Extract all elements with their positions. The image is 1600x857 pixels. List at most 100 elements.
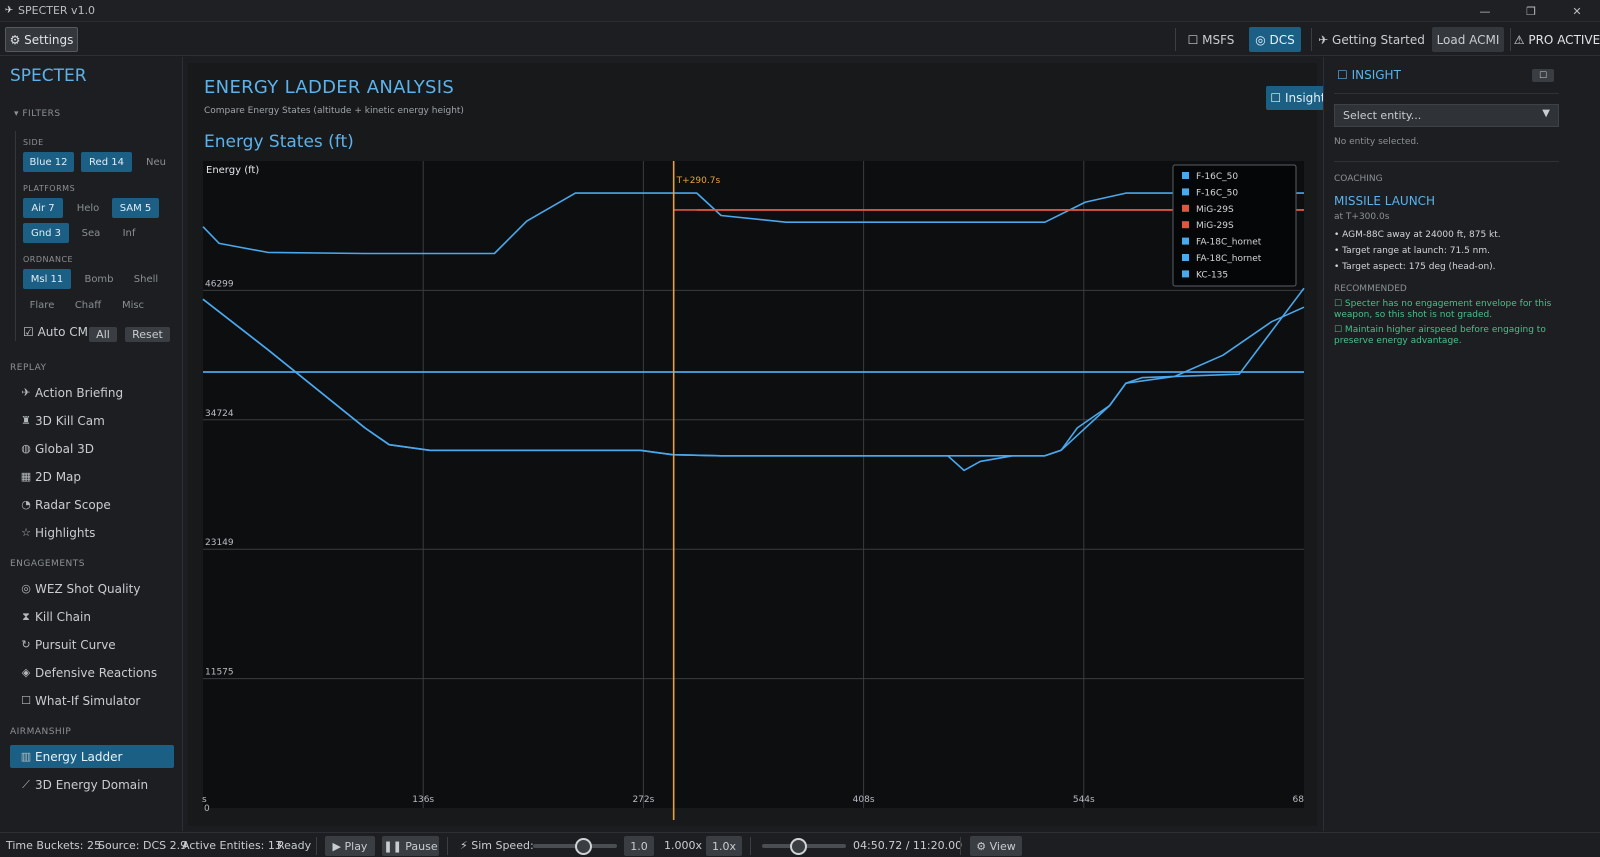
sim-speed-slider-handle[interactable]	[575, 838, 593, 855]
nav-label: WEZ Shot Quality	[35, 581, 141, 596]
no-entity-text: No entity selected.	[1334, 137, 1419, 147]
x-tick-label: 544s	[1073, 795, 1095, 805]
legend-swatch	[1182, 172, 1189, 179]
filter-chip-missile[interactable]: Msl 11	[23, 269, 71, 289]
filter-chip-chaff[interactable]: Chaff	[68, 295, 108, 315]
nav-icon: ◍	[21, 442, 31, 455]
status-divider	[316, 837, 317, 855]
nav-label: Action Briefing	[35, 385, 124, 400]
filter-chip-infantry[interactable]: Inf	[112, 223, 146, 243]
y-tick-label: 11575	[205, 668, 234, 678]
nav-item-3d-kill-cam[interactable]: ♜ 3D Kill Cam	[10, 409, 174, 432]
insight-title: ☐ INSIGHT	[1337, 68, 1401, 82]
nav-item-pursuit-curve[interactable]: ↻ Pursuit Curve	[10, 633, 174, 656]
status-divider	[750, 837, 751, 855]
nav-item-action-briefing[interactable]: ✈ Action Briefing	[10, 381, 174, 404]
nav-item-2d-map[interactable]: ▦ 2D Map	[10, 465, 174, 488]
filter-chip-shell[interactable]: Shell	[126, 269, 166, 289]
y-tick-label: 34724	[205, 409, 234, 419]
getting-started-button[interactable]: ✈ Getting Started	[1318, 27, 1425, 52]
recommended-label: RECOMMENDED	[1334, 284, 1407, 294]
nav-label: Kill Chain	[35, 609, 91, 624]
insight-close-button[interactable]: ☐	[1532, 69, 1554, 82]
nav-item-3d-energy-domain[interactable]: ⟋ 3D Energy Domain	[10, 773, 174, 796]
entity-select[interactable]: Select entity... ▼	[1334, 104, 1559, 127]
nav-label: Highlights	[35, 525, 96, 540]
nav-item-energy-ladder[interactable]: ▥ Energy Ladder	[10, 745, 174, 768]
nav-item-kill-chain[interactable]: ⧗ Kill Chain	[10, 605, 174, 628]
filter-chip-red[interactable]: Red 14	[81, 152, 132, 172]
filter-chip-ground[interactable]: Gnd 3	[23, 223, 69, 243]
nav-item-highlights[interactable]: ☆ Highlights	[10, 521, 174, 544]
recommendation-item: ☐ Specter has no engagement envelope for…	[1334, 299, 1552, 320]
filter-chip-helo[interactable]: Helo	[68, 198, 108, 218]
toolbar-divider	[1175, 28, 1176, 51]
load-acmi-button[interactable]: Load ACMI	[1432, 27, 1504, 52]
timeline-slider-handle[interactable]	[790, 838, 808, 855]
playback-time: 04:50.72 / 11:20.00	[853, 839, 963, 852]
nav-label: 3D Energy Domain	[35, 777, 149, 792]
play-button[interactable]: ▶ Play	[325, 836, 375, 856]
nav-item-wez-shot-quality[interactable]: ◎ WEZ Shot Quality	[10, 577, 174, 600]
legend-entry: F-16C_50	[1196, 172, 1238, 182]
filters-toggle[interactable]: ▾ FILTERS	[14, 109, 61, 119]
filter-chip-sam[interactable]: SAM 5	[112, 198, 159, 218]
nav-icon: ◔	[21, 498, 31, 511]
select-all-button[interactable]: All	[89, 327, 117, 342]
status-bar: Time Buckets: 25 Source: DCS 2.9 Active …	[0, 832, 1600, 857]
x-tick-label: 408s	[853, 795, 875, 805]
nav-label: Defensive Reactions	[35, 665, 158, 680]
window-title: SPECTER v1.0	[18, 4, 96, 17]
legend-entry: FA-18C_hornet	[1196, 238, 1262, 248]
nav-item-defensive-reactions[interactable]: ◈ Defensive Reactions	[10, 661, 174, 684]
nav-icon: ☐	[21, 694, 31, 707]
y-tick-label: 23149	[205, 538, 234, 548]
x-tick-label: 272s	[632, 795, 654, 805]
dcs-button[interactable]: ◎ DCS	[1249, 27, 1301, 52]
nav-icon: ✈	[21, 386, 31, 399]
pro-active-badge[interactable]: ⚠ PRO ACTIVE	[1514, 27, 1600, 52]
x-tick-label: 136s	[412, 795, 434, 805]
coaching-bullet: • Target range at launch: 71.5 nm.	[1334, 246, 1491, 256]
airmanship-section-label: AIRMANSHIP	[10, 727, 72, 737]
active-entities-status: Active Entities: 13	[182, 839, 282, 852]
view-button[interactable]: ⚙ View	[970, 836, 1022, 856]
msfs-button[interactable]: ☐ MSFS	[1183, 27, 1239, 52]
sim-speed-preset-button[interactable]: 1.0x	[706, 836, 742, 856]
filter-chip-flare[interactable]: Flare	[23, 295, 61, 315]
filter-chip-neutral[interactable]: Neu	[139, 152, 173, 172]
nav-label: 3D Kill Cam	[35, 413, 105, 428]
filter-chip-sea[interactable]: Sea	[74, 223, 108, 243]
toolbar-divider	[1510, 28, 1511, 51]
nav-item-what-if-simulator[interactable]: ☐ What-If Simulator	[10, 689, 174, 712]
legend-swatch	[1182, 270, 1189, 278]
sim-speed-value[interactable]: 1.0	[624, 836, 654, 856]
filter-chip-air[interactable]: Air 7	[23, 198, 63, 218]
ordnance-label: ORDNANCE	[23, 255, 74, 264]
source-status: Source: DCS 2.9	[98, 839, 188, 852]
auto-cm-checkbox[interactable]: ☑ Auto CM	[23, 325, 88, 339]
nav-item-radar-scope[interactable]: ◔ Radar Scope	[10, 493, 174, 516]
filter-chip-bomb[interactable]: Bomb	[79, 269, 119, 289]
nav-label: Energy Ladder	[35, 749, 123, 764]
filter-chip-misc[interactable]: Misc	[114, 295, 152, 315]
nav-icon: ▥	[20, 750, 32, 763]
restore-icon[interactable]: ❐	[1508, 0, 1554, 22]
pause-button[interactable]: ❚❚ Pause	[382, 836, 439, 856]
energy-chart[interactable]: 46299347242314911575s0136s 272s 408s 544s 68…	[188, 63, 1317, 826]
nav-label: What-If Simulator	[35, 693, 141, 708]
reset-filters-button[interactable]: Reset	[125, 327, 170, 342]
nav-icon: ◎	[21, 582, 31, 595]
y-tick-label: 46299	[205, 279, 234, 289]
nav-label: Radar Scope	[35, 497, 111, 512]
minimize-icon[interactable]: —	[1462, 0, 1508, 22]
close-icon[interactable]: ✕	[1554, 0, 1600, 22]
settings-button[interactable]: ⚙ Settings	[5, 27, 78, 52]
recommendation-item: ☐ Maintain higher airspeed before engagi…	[1334, 325, 1546, 346]
chevron-down-icon: ▼	[1542, 108, 1550, 119]
filter-chip-blue[interactable]: Blue 12	[23, 152, 74, 172]
legend-entry: MiG-29S	[1196, 221, 1234, 231]
insight-divider	[1334, 161, 1559, 162]
sidebar: SPECTER ▾ FILTERS SIDE Blue 12 Red 14 Ne…	[0, 57, 183, 831]
nav-item-global-3d[interactable]: ◍ Global 3D	[10, 437, 174, 460]
